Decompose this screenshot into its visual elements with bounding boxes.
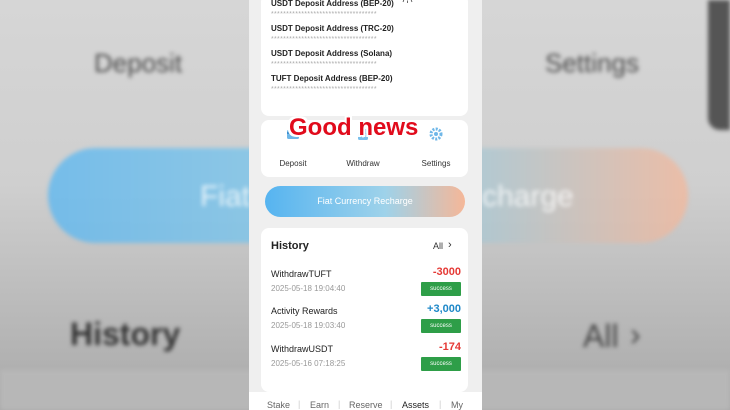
address-label: USDT Deposit Address (TRC-20) — [271, 24, 394, 33]
history-item-name: Activity Rewards — [271, 306, 338, 316]
history-row[interactable]: Activity Rewards 2025-05-18 19:03:40 +3,… — [271, 303, 461, 338]
history-title: History — [271, 240, 309, 252]
status-badge: success — [421, 319, 461, 333]
history-item-amount: +3,000 — [427, 303, 461, 315]
nav-stake[interactable]: Stake — [267, 400, 290, 410]
bg-chevron-right-icon: › — [630, 316, 641, 352]
address-label: TUFT Deposit Address (BEP-20) — [271, 74, 393, 83]
history-item-amount: -3000 — [432, 266, 461, 278]
withdraw-label: Withdraw — [346, 159, 380, 168]
history-item-time: 2025-05-18 19:04:40 — [271, 284, 346, 293]
nav-divider: | — [298, 399, 301, 409]
bg-all-label: All — [583, 318, 619, 354]
bg-recharge-text-left: Fiat — [200, 180, 251, 213]
bottom-nav: Stake | Earn | Reserve | Assets | My — [249, 392, 482, 410]
nav-reserve[interactable]: Reserve — [349, 400, 383, 410]
deposit-address-card: USDT Deposit Address (BEP-20) **********… — [261, 0, 468, 116]
address-masked: *********************************** — [271, 36, 377, 43]
settings-label: Settings — [421, 159, 451, 168]
history-all-link[interactable]: All — [433, 241, 443, 251]
history-row[interactable]: WithdrawUSDT 2025-05-16 07:18:25 -174 su… — [271, 341, 461, 376]
gear-icon — [429, 127, 443, 141]
bg-history-label: History — [70, 316, 181, 352]
address-label: USDT Deposit Address (Solana) — [271, 49, 393, 58]
status-badge: success — [421, 357, 461, 371]
deposit-label: Deposit — [279, 159, 307, 168]
address-label: USDT Deposit Address (BEP-20) — [271, 0, 394, 8]
address-masked: *********************************** — [271, 11, 377, 18]
history-item-time: 2025-05-16 07:18:25 — [271, 359, 346, 368]
nav-assets[interactable]: Assets — [402, 400, 429, 410]
address-masked: *********************************** — [271, 61, 377, 68]
bg-recharge-text-right: charge — [482, 180, 574, 213]
nav-divider: | — [439, 399, 442, 409]
history-item-time: 2025-05-18 19:03:40 — [271, 321, 346, 330]
nav-divider: | — [338, 399, 341, 409]
history-card: History All › WithdrawTUFT 2025-05-18 19… — [261, 228, 468, 392]
address-item[interactable]: USDT Deposit Address (TRC-20) **********… — [271, 24, 394, 43]
history-row[interactable]: WithdrawTUFT 2025-05-18 19:04:40 -3000 s… — [271, 266, 461, 301]
quick-actions-card: Deposit Withdraw Settings Good news — [261, 114, 468, 177]
history-item-amount: -174 — [438, 341, 461, 353]
nav-divider: | — [390, 399, 393, 409]
fiat-recharge-button[interactable]: Fiat Currency Recharge — [265, 186, 465, 217]
bg-dark-edge — [708, 0, 730, 130]
bg-deposit-label: Deposit — [94, 48, 183, 78]
history-item-name: WithdrawUSDT — [271, 344, 334, 354]
status-badge: success — [421, 282, 461, 296]
nav-earn[interactable]: Earn — [310, 400, 329, 410]
phone-screen: USDT Deposit Address (BEP-20) **********… — [249, 0, 482, 410]
good-news-overlay: Good news — [289, 114, 419, 141]
nav-my[interactable]: My — [451, 400, 463, 410]
address-item[interactable]: TUFT Deposit Address (BEP-20) **********… — [271, 74, 393, 93]
address-item[interactable]: USDT Deposit Address (Solana) **********… — [271, 49, 392, 68]
address-masked: *********************************** — [271, 86, 377, 93]
chevron-right-icon[interactable]: › — [448, 239, 452, 251]
eye-closed-icon[interactable] — [401, 0, 414, 3]
history-item-name: WithdrawTUFT — [271, 269, 332, 279]
address-item[interactable]: USDT Deposit Address (BEP-20) **********… — [271, 0, 394, 18]
bg-settings-label: Settings — [545, 48, 639, 78]
